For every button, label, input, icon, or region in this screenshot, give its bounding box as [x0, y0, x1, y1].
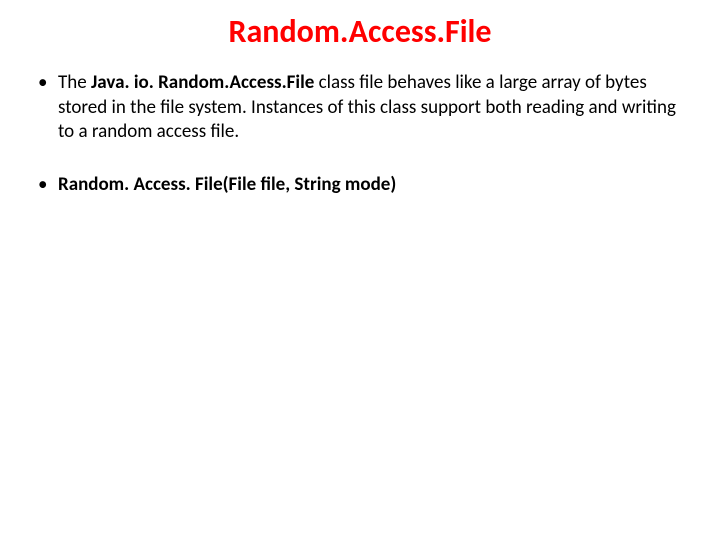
- bullet-list: The Java. io. Random.Access.File class f…: [30, 71, 690, 198]
- slide-title: Random.Access.File: [30, 12, 690, 51]
- text-bold: Java. io. Random.Access.File: [91, 71, 314, 94]
- text-bold: Random. Access. File(File file, String m…: [58, 173, 396, 196]
- list-item: Random. Access. File(File file, String m…: [30, 173, 690, 198]
- list-item: The Java. io. Random.Access.File class f…: [30, 71, 690, 145]
- text-prefix: The: [58, 71, 91, 94]
